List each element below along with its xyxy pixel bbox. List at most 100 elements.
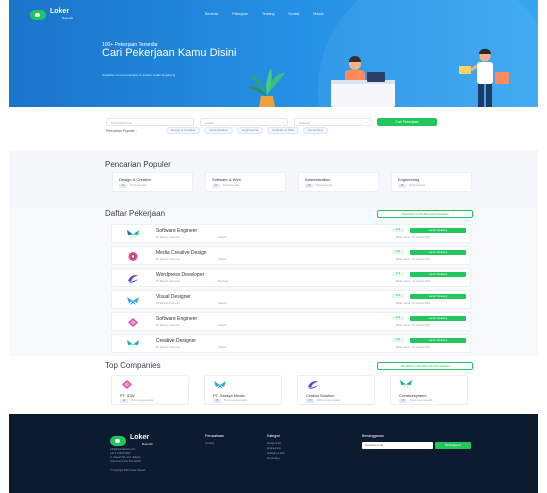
job-card[interactable]: Visual Designer PT Daerah Indonesia Jaka… — [111, 290, 471, 309]
job-company: PT Daerah Indonesia — [156, 346, 180, 349]
receptionist-icon — [331, 56, 395, 107]
nav-links: Beranda Pekerjaan Tentang Kontak Masuk — [205, 12, 324, 16]
chip-accounting[interactable]: Accounting — [302, 127, 328, 134]
company-name: PT. Saraya Media — [213, 393, 245, 398]
job-company: PT Daerah Indonesia — [156, 280, 180, 283]
company-meta: Posisi yang tersedia — [317, 399, 340, 402]
jobs-title: Daftar Pekerjaan — [105, 209, 166, 218]
location-select[interactable]: Lokasi ⌄ — [200, 118, 288, 126]
job-deadline: Batas Lamar : 22 Januari 2023 — [396, 236, 431, 239]
nav-link-kontak[interactable]: Kontak — [288, 12, 299, 16]
company-name: Creativesystem — [399, 393, 427, 398]
search-button[interactable]: Cari Pekerjaan — [377, 118, 437, 126]
company-card[interactable]: PT. Saraya Media 08 Posisi yang tersedia — [204, 375, 282, 405]
apply-button[interactable]: Lamar Sekarang — [410, 228, 466, 233]
ring-icon — [128, 252, 138, 261]
job-title[interactable]: Software Engineer — [156, 228, 197, 234]
company-card[interactable]: PT. IDW 12 Posisi yang tersedia — [111, 375, 189, 405]
job-title[interactable]: Creative Designer — [156, 338, 196, 344]
job-card[interactable]: Media Creative Design PT Daerah Indonesi… — [111, 246, 471, 265]
popular-card-meta: Posisi tersedia — [316, 184, 333, 187]
job-location: Jakarta — [218, 346, 227, 349]
job-card[interactable]: Software Engineer PT Daerah Indonesia Ja… — [111, 224, 471, 243]
popular-card[interactable]: Administration 08 Posisi tersedia — [298, 172, 379, 192]
chip-administration[interactable]: Administration — [204, 127, 234, 134]
butterfly-icon — [214, 381, 226, 389]
job-type-badge: Full — [392, 338, 404, 342]
company-meta: Posisi yang tersedia — [131, 399, 154, 402]
job-card[interactable]: Wordpress Developer PT Daerah Indonesia … — [111, 268, 471, 287]
location-placeholder: Lokasi — [205, 120, 214, 125]
page: Loker Daerah Beranda Pekerjaan Tentang K… — [9, 0, 538, 493]
company-card[interactable]: Cration Solution 05 Posisi yang tersedia — [297, 375, 375, 405]
chip-software-web[interactable]: Software & Web — [267, 127, 299, 134]
popular-card[interactable]: Engineering 15 Posisi tersedia — [391, 172, 472, 192]
diamond-icon — [128, 318, 138, 327]
category-select[interactable]: Kategori ⌄ — [294, 118, 372, 126]
footer-link[interactable]: Design & Art — [267, 442, 281, 445]
job-location: Jakarta — [218, 236, 227, 239]
newsletter-email-input[interactable] — [362, 442, 433, 449]
job-location: Jakarta — [218, 302, 227, 305]
hero-illustration — [247, 48, 509, 107]
job-title[interactable]: Media Creative Design — [156, 250, 207, 256]
nav-link-beranda[interactable]: Beranda — [205, 12, 218, 16]
chevron-down-icon: ⌄ — [365, 120, 368, 124]
apply-button[interactable]: Lamar Sekarang — [410, 272, 466, 277]
popular-card-badge: 15 — [398, 184, 406, 188]
footer-col-title: Berlangganan — [362, 434, 384, 438]
footer-link[interactable]: Tentang — [205, 442, 214, 445]
plant-icon — [247, 68, 285, 107]
chip-engineering[interactable]: Engineering — [237, 127, 264, 134]
job-title[interactable]: Visual Designer — [156, 294, 191, 300]
subscribe-button[interactable]: Berlangganan — [435, 442, 471, 449]
job-location: Bandung — [218, 280, 229, 283]
company-name: PT. IDW — [120, 393, 135, 398]
company-meta: Posisi yang tersedia — [410, 399, 433, 402]
job-card[interactable]: Creative Designer PT Daerah Indonesia Ja… — [111, 334, 471, 353]
swirl-icon — [308, 381, 318, 389]
company-card[interactable]: Creativesystem 10 Posisi yang tersedia — [390, 375, 468, 405]
footer-contact-line: Jl. Daerah No. 123, Jakarta — [110, 456, 141, 459]
apply-button[interactable]: Lamar Sekarang — [410, 316, 466, 321]
popular-card-badge: 12 — [212, 184, 220, 188]
nav-link-tentang[interactable]: Tentang — [262, 12, 274, 16]
butterfly-icon — [127, 230, 139, 239]
chip-design-creative[interactable]: Design & Creative — [166, 127, 201, 134]
popular-card-name: Design & Creative — [119, 177, 152, 182]
job-deadline: Batas Lamar : 22 Januari 2023 — [396, 280, 431, 283]
popular-card[interactable]: Software & Web 12 Posisi tersedia — [205, 172, 286, 192]
butterfly-icon — [127, 297, 139, 305]
job-location: Jakarta — [218, 258, 227, 261]
company-meta: Posisi yang tersedia — [224, 399, 247, 402]
top-nav: Loker Daerah Beranda Pekerjaan Tentang K… — [9, 0, 538, 28]
man-icon — [459, 48, 509, 107]
popular-card-meta: Posisi tersedia — [130, 184, 147, 187]
view-all-jobs-button[interactable]: Tampilkan Lebih Banyak Pekerjaan — [377, 210, 473, 218]
company-badge: 10 — [399, 399, 407, 403]
logo[interactable]: Loker Daerah — [30, 8, 73, 22]
hero-subtitle: Dapatkan semua pekerjaan di lembar sudah… — [102, 73, 176, 77]
job-title[interactable]: Software Engineer — [156, 316, 197, 322]
footer-link[interactable]: Software & Web — [267, 452, 285, 455]
job-type-badge: Full — [392, 228, 404, 232]
apply-button[interactable]: Lamar Sekarang — [410, 338, 466, 343]
job-card[interactable]: Software Engineer PT Daerah Indonesia Ja… — [111, 312, 471, 331]
footer-logo[interactable]: Loker Daerah — [110, 434, 153, 448]
popular-card[interactable]: Design & Creative 24 Posisi tersedia — [112, 172, 193, 192]
popular-card-name: Software & Web — [212, 177, 241, 182]
footer-link[interactable]: Engineering — [267, 447, 280, 450]
view-all-companies-button[interactable]: Tampilkan Lebih Banyak Perusahaan — [377, 362, 473, 370]
nav-link-pekerjaan[interactable]: Pekerjaan — [232, 12, 248, 16]
nav-link-masuk[interactable]: Masuk — [313, 12, 323, 16]
apply-button[interactable]: Lamar Sekarang — [410, 250, 466, 255]
footer-link[interactable]: Accounting — [267, 457, 279, 460]
apply-button[interactable]: Lamar Sekarang — [410, 294, 466, 299]
job-title[interactable]: Wordpress Developer — [156, 272, 204, 278]
job-company: PT Daerah Indonesia — [156, 258, 180, 261]
popular-card-meta: Posisi tersedia — [409, 184, 426, 187]
keyword-input[interactable]: Cari Kata Kunci — [106, 118, 194, 126]
footer: Loker Daerah info@lokerdaerah.com +62 21… — [9, 414, 538, 493]
popular-card-badge: 24 — [119, 184, 127, 188]
keyword-placeholder: Cari Kata Kunci — [111, 120, 132, 125]
